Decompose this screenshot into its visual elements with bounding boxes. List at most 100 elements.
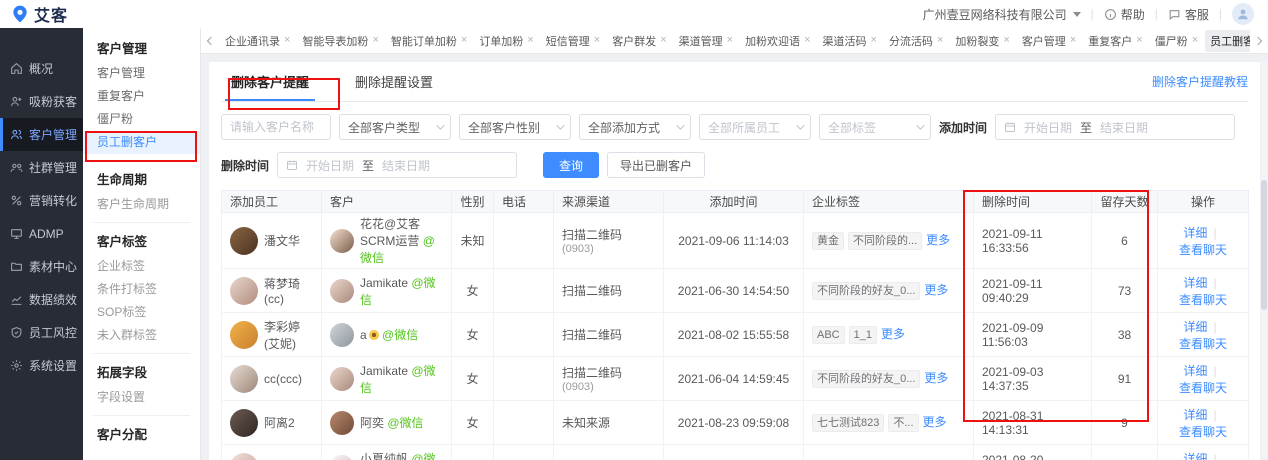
sidebar-item-materials[interactable]: 素材中心 [0,250,83,283]
view-chat-link[interactable]: 查看聊天 [1179,337,1227,351]
tab-delete-reminder-settings[interactable]: 删除提醒设置 [345,62,443,101]
open-tab-active[interactable]: 员工删客户 [1205,30,1250,52]
open-tab[interactable]: 智能导表加粉 [297,30,383,52]
help-button[interactable]: 帮助 [1104,6,1145,23]
open-tab[interactable]: 重复客户 [1083,30,1147,52]
open-tab[interactable]: 订单加粉 [474,30,538,52]
open-tab[interactable]: 客户管理 [1017,30,1081,52]
submenu-item-field-settings[interactable]: 字段设置 [83,386,200,409]
delete-time-range-picker[interactable]: 开始日期 至 结束日期 [277,152,517,178]
service-button[interactable]: 客服 [1168,6,1209,23]
more-tags-link[interactable]: 更多 [881,327,905,341]
customer-name-input[interactable] [221,114,331,140]
open-tab[interactable]: 僵尸粉 [1150,30,1203,52]
service-label: 客服 [1185,6,1209,23]
close-icon[interactable] [937,35,943,46]
sidebar-item-customer-mgmt[interactable]: 客户管理 [0,118,83,151]
add-time-range-picker[interactable]: 开始日期 至 结束日期 [995,114,1235,140]
close-icon[interactable] [461,35,467,46]
close-icon[interactable] [372,35,378,46]
more-tags-link[interactable]: 更多 [923,415,947,429]
customer-type-select[interactable]: 全部客户类型 [339,114,451,140]
add-method-select[interactable]: 全部添加方式 [579,114,691,140]
close-icon[interactable] [871,35,877,46]
close-icon[interactable] [527,35,533,46]
wechat-badge: @微信 [382,328,418,342]
close-icon[interactable] [727,35,733,46]
submenu-item-sop-tags[interactable]: SOP标签 [83,301,200,324]
detail-link[interactable]: 详细 [1183,320,1207,334]
submenu-item-not-in-group-tags[interactable]: 未入群标签 [83,324,200,347]
open-tab[interactable]: 加粉裂变 [950,30,1014,52]
divider [1213,276,1216,290]
close-icon[interactable] [284,35,290,46]
submenu-item-duplicate-customers[interactable]: 重复客户 [83,85,200,108]
detail-link[interactable]: 详细 [1183,452,1207,460]
sidebar-item-conversion[interactable]: 营销转化 [0,184,83,217]
tutorial-link[interactable]: 删除客户提醒教程 [1152,73,1248,90]
submenu-item-conditional-tags[interactable]: 条件打标签 [83,278,200,301]
view-chat-link[interactable]: 查看聊天 [1179,381,1227,395]
close-icon[interactable] [804,35,810,46]
open-tab[interactable]: 渠道活码 [818,30,882,52]
vertical-scrollbar[interactable] [1261,60,1267,458]
open-tab[interactable]: 智能订单加粉 [386,30,472,52]
company-switcher[interactable]: 广州壹豆网络科技有限公司 [923,6,1081,23]
user-avatar[interactable] [1232,3,1254,25]
sidebar-item-acquisition[interactable]: 吸粉获客 [0,85,83,118]
sidebar-item-admp[interactable]: ADMP [0,217,83,250]
more-tags-link[interactable]: 更多 [924,283,948,297]
close-icon[interactable] [594,35,600,46]
scroll-left-icon[interactable] [205,38,217,44]
close-icon[interactable] [660,35,666,46]
tab-delete-customer-reminder[interactable]: 删除客户提醒 [221,62,319,101]
sidebar-item-community[interactable]: 社群管理 [0,151,83,184]
customer-gender-select[interactable]: 全部客户性别 [459,114,571,140]
open-tab[interactable]: 短信管理 [541,30,605,52]
close-icon[interactable] [1003,35,1009,46]
export-deleted-customers-button[interactable]: 导出已删客户 [607,152,705,178]
submenu-item-corp-tags[interactable]: 企业标签 [83,255,200,278]
close-icon[interactable] [1192,35,1198,46]
detail-link[interactable]: 详细 [1183,408,1207,422]
chat-bubble-icon [1168,8,1181,21]
view-chat-link[interactable]: 查看聊天 [1179,243,1227,257]
help-label: 帮助 [1121,6,1145,23]
submenu-item-customer-mgmt[interactable]: 客户管理 [83,62,200,85]
submenu-item-zombie-fans[interactable]: 僵尸粉 [83,108,200,131]
detail-link[interactable]: 详细 [1183,276,1207,290]
wechat-badge: @微信 [387,416,423,430]
sidebar-item-risk-control[interactable]: 员工风控 [0,316,83,349]
submenu-item-lifecycle[interactable]: 客户生命周期 [83,193,200,216]
divider: | [1091,7,1094,21]
search-button[interactable]: 查询 [543,152,599,178]
open-tab[interactable]: 客户群发 [607,30,671,52]
open-tab[interactable]: 企业通讯录 [220,30,295,52]
detail-link[interactable]: 详细 [1183,226,1207,240]
submenu-item-deleted-customers[interactable]: 员工删客户 [83,131,200,154]
close-icon[interactable] [1136,35,1142,46]
more-tags-link[interactable]: 更多 [926,233,950,247]
view-chat-link[interactable]: 查看聊天 [1179,425,1227,439]
detail-link[interactable]: 详细 [1183,364,1207,378]
sidebar-item-settings[interactable]: 系统设置 [0,349,83,382]
scroll-right-icon[interactable] [1252,38,1264,44]
scrollbar-thumb[interactable] [1261,180,1267,310]
open-tab[interactable]: 分流活码 [884,30,948,52]
col-header-corp-tags: 企业标签 [804,191,974,213]
sidebar-item-analytics[interactable]: 数据绩效 [0,283,83,316]
open-tab[interactable]: 加粉欢迎语 [740,30,815,52]
close-icon[interactable] [1070,35,1076,46]
location-pin-icon [10,4,30,24]
staff-select[interactable]: 全部所属员工 [699,114,811,140]
divider: | [1219,7,1222,21]
filter-row-2: 删除时间 开始日期 至 结束日期 查询 导出已删客户 [221,152,1248,178]
calendar-icon [1004,121,1016,133]
submenu-section-title: 客户分配 [83,422,200,448]
tag-chip: 黄金 [812,232,844,250]
view-chat-link[interactable]: 查看聊天 [1179,293,1227,307]
open-tab[interactable]: 渠道管理 [674,30,738,52]
more-tags-link[interactable]: 更多 [924,371,948,385]
tag-select[interactable]: 全部标签 [819,114,931,140]
sidebar-item-overview[interactable]: 概况 [0,52,83,85]
